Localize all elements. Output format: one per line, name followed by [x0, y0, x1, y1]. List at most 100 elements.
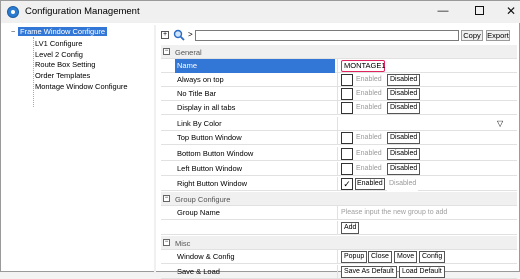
tree-item-lv1[interactable]: LV1 Configure [35, 39, 82, 49]
checkbox[interactable] [341, 163, 353, 175]
expand-all-icon[interactable]: + [161, 31, 169, 39]
row-label: Window & Config [177, 252, 235, 261]
section-misc: − Misc [161, 236, 517, 250]
app-gear-icon [7, 6, 19, 18]
row-label: Group Name [177, 208, 220, 217]
filter-input[interactable] [195, 30, 459, 41]
cell-divider [337, 101, 338, 115]
row-top-button-window: Top Button Window Enabled Disabled [161, 131, 517, 145]
title-bar[interactable]: Configuration Management — ✕ [1, 1, 520, 23]
config-tree: − Frame Window Configure LV1 Configure Le… [7, 25, 143, 269]
collapse-icon[interactable]: − [163, 48, 170, 55]
row-label: Always on top [177, 75, 224, 84]
section-label: Group Configure [175, 195, 231, 204]
checkbox[interactable] [341, 102, 353, 114]
row-display-all-tabs: Display in all tabs Enabled Disabled [161, 101, 517, 115]
row-right-button-window: Right Button Window ✓ Enabled Disabled [161, 177, 517, 191]
value-cell: Save As Default Load Default [339, 265, 517, 279]
cell-divider [337, 131, 338, 145]
tree-connector [33, 37, 34, 107]
checkbox[interactable] [341, 132, 353, 144]
collapse-icon[interactable]: − [163, 239, 170, 246]
checkbox-checked[interactable]: ✓ [341, 178, 353, 190]
tree-item-level2[interactable]: Level 2 Config [35, 50, 83, 60]
cell-divider [337, 73, 338, 87]
row-bottom-button-window: Bottom Button Window Enabled Disabled [161, 147, 517, 161]
value-cell: ✓ Enabled Disabled [339, 177, 517, 191]
save-as-default-button[interactable]: Save As Default [341, 266, 397, 278]
disabled-option[interactable]: Disabled [387, 102, 421, 114]
row-save-load: Save & Load Save As Default Load Default [161, 265, 517, 279]
enabled-option[interactable]: Enabled [355, 103, 383, 113]
window-title: Configuration Management [25, 6, 140, 17]
enabled-option[interactable]: Enabled [355, 178, 385, 190]
group-name-input[interactable]: Please input the new group to add [339, 206, 517, 220]
filter-separator: > [188, 30, 193, 39]
enabled-option[interactable]: Enabled [355, 133, 383, 143]
add-group-button[interactable]: Add [341, 222, 360, 234]
value-cell: Enabled Disabled [339, 147, 517, 161]
disabled-option[interactable]: Disabled [387, 179, 419, 191]
close-window-button[interactable]: Close [368, 251, 392, 263]
cell-divider [337, 162, 338, 176]
search-icon [173, 29, 185, 41]
enabled-option[interactable]: Enabled [355, 149, 383, 159]
row-label: No Title Bar [177, 89, 217, 98]
cell-divider [337, 117, 338, 131]
checkbox[interactable] [341, 88, 353, 100]
value-cell: Add [339, 221, 517, 235]
property-grid: − General Name MONTAGE1 Always on top En… [161, 45, 517, 279]
disabled-option[interactable]: Disabled [387, 88, 421, 100]
cell-divider [337, 265, 338, 279]
checkbox[interactable] [341, 74, 353, 86]
section-label: General [175, 48, 202, 57]
config-button[interactable]: Config [419, 251, 446, 263]
tree-item-order-templates[interactable]: Order Templates [35, 71, 90, 81]
row-label: Left Button Window [177, 164, 243, 173]
enabled-option[interactable]: Enabled [355, 75, 383, 85]
cell-divider [337, 59, 338, 73]
enabled-option[interactable]: Enabled [355, 164, 383, 174]
copy-button[interactable]: Copy [461, 30, 483, 41]
popup-button[interactable]: Popup [341, 251, 368, 263]
row-left-button-window: Left Button Window Enabled Disabled [161, 162, 517, 176]
tree-item-montage-window[interactable]: Montage Window Configure [35, 82, 128, 92]
row-label: Top Button Window [177, 133, 242, 142]
disabled-option[interactable]: Disabled [387, 132, 421, 144]
move-button[interactable]: Move [394, 251, 418, 263]
load-default-button[interactable]: Load Default [399, 266, 445, 278]
minimize-button[interactable]: — [425, 1, 461, 21]
row-label: Name [175, 59, 335, 73]
cell-divider [337, 177, 338, 191]
tree-item-frame-window[interactable]: − Frame Window Configure [11, 27, 108, 37]
cell-divider [337, 87, 338, 101]
disabled-option[interactable]: Disabled [387, 74, 421, 86]
group-name-placeholder: Please input the new group to add [341, 209, 448, 216]
value-cell[interactable]: ▽ [339, 117, 517, 131]
dropdown-arrow-icon[interactable]: ▽ [497, 119, 503, 128]
section-group-configure: − Group Configure [161, 192, 517, 206]
maximize-button[interactable] [461, 1, 497, 21]
disabled-option[interactable]: Disabled [387, 163, 421, 175]
value-cell: Enabled Disabled [339, 131, 517, 145]
section-general: − General [161, 45, 517, 59]
collapse-icon[interactable]: − [11, 27, 18, 37]
value-cell: MONTAGE1 [339, 59, 517, 73]
value-cell: Enabled Disabled [339, 101, 517, 115]
name-value-field[interactable]: MONTAGE1 [341, 60, 386, 72]
checkbox[interactable] [341, 148, 353, 160]
disabled-option[interactable]: Disabled [387, 148, 421, 160]
row-link-by-color: Link By Color ▽ [161, 117, 517, 131]
export-button[interactable]: Export [486, 30, 510, 41]
pane-splitter[interactable] [154, 25, 156, 273]
row-group-name: Group Name Please input the new group to… [161, 206, 517, 220]
maximize-icon [474, 5, 484, 15]
row-name[interactable]: Name MONTAGE1 [161, 59, 517, 73]
value-cell: Enabled Disabled [339, 73, 517, 87]
value-cell: Enabled Disabled [339, 162, 517, 176]
close-button[interactable]: ✕ [493, 1, 520, 21]
tree-item-route-box[interactable]: Route Box Setting [35, 60, 95, 70]
enabled-option[interactable]: Enabled [355, 89, 383, 99]
section-label: Misc [175, 239, 191, 248]
collapse-icon[interactable]: − [163, 195, 170, 202]
